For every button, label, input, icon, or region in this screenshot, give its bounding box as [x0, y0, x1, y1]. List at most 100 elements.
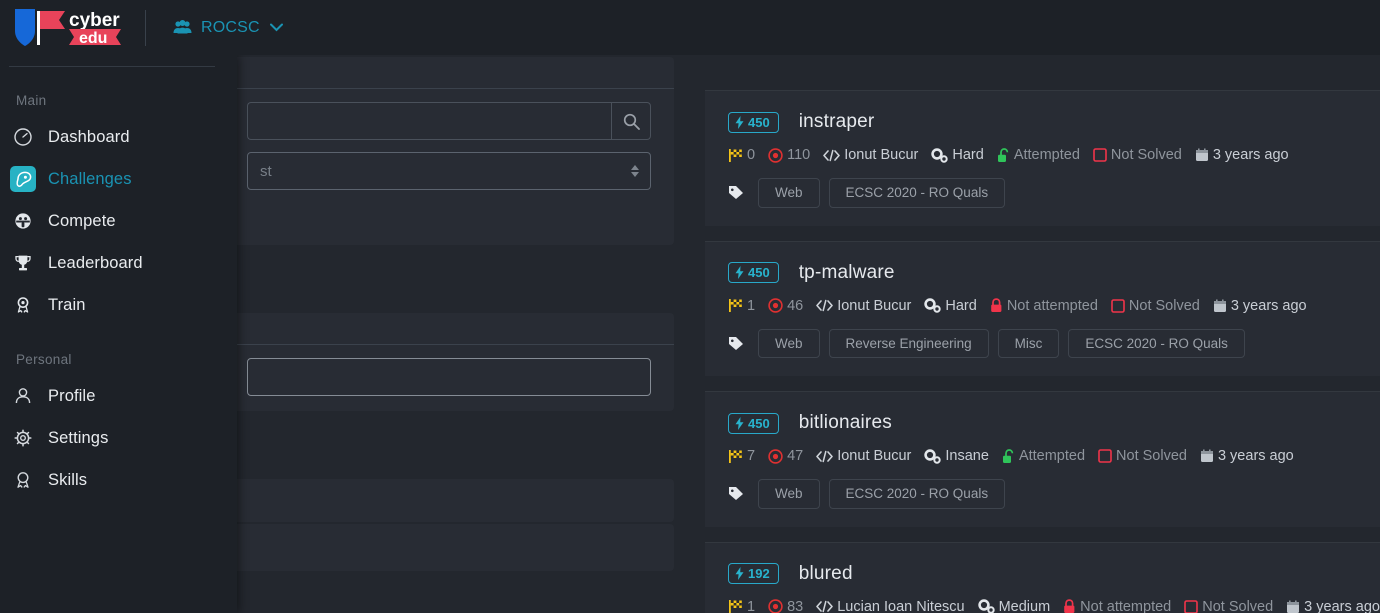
target-icon — [768, 599, 783, 613]
challenge-meta-row: 0 110 Ionut Bucur Hard Attempted Not Sol… — [728, 147, 1357, 163]
challenge-card[interactable]: 450 tp-malware 1 46 Ionut Bucur Hard Not… — [705, 240, 1380, 376]
challenge-tag[interactable]: ECSC 2020 - RO Quals — [1068, 328, 1245, 358]
target-icon — [768, 448, 783, 464]
solve-status-label: Not Solved — [1128, 297, 1200, 314]
age-meta: 3 years ago — [1200, 448, 1294, 464]
sidebar-item-dashboard[interactable]: Dashboard — [0, 116, 237, 158]
difficulty-label: Insane — [945, 448, 989, 464]
age-label: 3 years ago — [1304, 598, 1380, 613]
filter-block-b — [224, 524, 674, 571]
sort-select-value: st — [260, 162, 272, 180]
attempts-count: 110 — [787, 147, 811, 163]
points-value: 450 — [748, 265, 770, 280]
search-icon — [623, 113, 640, 130]
sidebar-item-leaderboard[interactable]: Leaderboard — [0, 242, 237, 284]
attempts-meta: 83 — [768, 599, 803, 613]
sidebar-item-label: Train — [48, 295, 86, 314]
filters-gap — [224, 260, 674, 313]
attempt-status-label: Not attempted — [1006, 297, 1098, 314]
author-name: Ionut Bucur — [837, 297, 912, 314]
speedometer-icon — [10, 124, 36, 150]
sidebar-group-label-personal: Personal — [16, 352, 72, 367]
challenge-title[interactable]: bitlionaires — [799, 412, 892, 434]
sidebar-item-challenges[interactable]: Challenges — [0, 158, 237, 200]
challenge-meta-row: 1 46 Ionut Bucur Hard Not attempted Not … — [728, 298, 1357, 314]
challenge-title[interactable]: instraper — [799, 111, 875, 133]
lightning-icon — [735, 567, 744, 580]
secondary-input[interactable] — [247, 358, 651, 396]
author-meta: Ionut Bucur — [823, 147, 918, 163]
author-meta: Ionut Bucur — [816, 448, 911, 464]
challenge-tag[interactable]: Reverse Engineering — [828, 328, 989, 358]
difficulty-meta: Hard — [924, 298, 977, 314]
challenge-card[interactable]: 192 blured 1 83 Lucian Ioan Nitescu Medi… — [705, 541, 1380, 613]
sidebar-item-skills[interactable]: Skills — [0, 459, 237, 501]
users-icon — [173, 20, 192, 35]
sidebar-item-settings[interactable]: Settings — [0, 417, 237, 459]
age-label: 3 years ago — [1217, 448, 1294, 464]
sort-select[interactable]: st — [247, 152, 651, 190]
checkered-flag-icon — [728, 449, 743, 464]
panel-header — [224, 57, 674, 89]
calendar-icon — [1195, 148, 1209, 162]
challenge-meta-row: 1 83 Lucian Ioan Nitescu Medium Not atte… — [728, 598, 1380, 613]
challenge-tag[interactable]: Web — [758, 479, 820, 509]
brand-logo[interactable]: cyber edu — [13, 6, 123, 50]
challenge-tag[interactable]: ECSC 2020 - RO Quals — [828, 178, 1006, 208]
topbar-divider — [145, 9, 146, 46]
challenge-tags-row: Web Reverse Engineering Misc ECSC 2020 -… — [728, 328, 1357, 358]
solves-count: 0 — [747, 147, 756, 163]
challenge-tag[interactable]: Misc — [997, 328, 1060, 358]
sidebar-item-profile[interactable]: Profile — [0, 375, 237, 417]
solve-status-meta: Not Solved — [1098, 448, 1187, 464]
unlock-icon — [1002, 448, 1015, 464]
panel-body: st — [224, 89, 674, 205]
search-input[interactable] — [247, 102, 611, 140]
sidebar-item-label: Profile — [48, 386, 96, 405]
svg-text:cyber: cyber — [69, 10, 120, 31]
solves-count: 7 — [747, 448, 756, 464]
points-value: 450 — [748, 114, 770, 130]
difficulty-meta: Hard — [931, 147, 984, 163]
challenge-tag[interactable]: Web — [758, 328, 820, 358]
challenge-tag[interactable]: Web — [758, 178, 820, 208]
challenge-card[interactable]: 450 bitlionaires 7 47 Ionut Bucur Insane… — [705, 391, 1380, 527]
challenge-card[interactable]: 450 instraper 0 110 Ionut Bucur Hard Att… — [705, 90, 1380, 226]
attempts-meta: 47 — [768, 448, 803, 464]
sidebar-item-label: Skills — [48, 470, 88, 489]
challenge-title[interactable]: blured — [799, 563, 853, 585]
code-icon — [816, 450, 834, 463]
solve-status-label: Not Solved — [1202, 598, 1274, 613]
filters-column: st — [224, 57, 674, 571]
filters-gap-2 — [224, 426, 674, 479]
checkered-flag-icon — [728, 599, 743, 613]
team-selector[interactable]: ROCSC — [173, 19, 283, 37]
sidebar-item-train[interactable]: Train — [0, 284, 237, 326]
challenge-tag[interactable]: ECSC 2020 - RO Quals — [828, 479, 1006, 509]
challenge-title[interactable]: tp-malware — [799, 262, 895, 284]
author-meta: Lucian Ioan Nitescu — [816, 599, 965, 613]
points-value: 192 — [748, 566, 770, 581]
panel-footer — [224, 205, 674, 245]
attempt-status-meta: Attempted — [1002, 448, 1085, 464]
attempt-status-meta: Not attempted — [1063, 599, 1171, 613]
attempt-status-label: Not attempted — [1080, 598, 1172, 613]
trophy-icon — [10, 250, 36, 276]
empty-square-icon — [1111, 298, 1125, 313]
search-button[interactable] — [611, 102, 651, 140]
unlock-icon — [997, 147, 1010, 163]
sidebar-item-compete[interactable]: Compete — [0, 200, 237, 242]
empty-square-icon — [1184, 599, 1199, 613]
calendar-icon — [1213, 299, 1227, 313]
solves-count: 1 — [747, 297, 756, 314]
solves-meta: 0 — [728, 147, 755, 163]
points-badge: 192 — [728, 563, 779, 584]
calendar-icon — [1286, 600, 1300, 613]
checkered-flag-icon — [728, 148, 743, 163]
card-gap — [705, 526, 1380, 542]
team-name-label: ROCSC — [201, 18, 260, 36]
filter-block-a — [224, 479, 674, 522]
solve-status-label: Not Solved — [1110, 147, 1182, 163]
age-meta: 3 years ago — [1213, 298, 1307, 314]
sidebar-item-label: Settings — [48, 428, 109, 447]
